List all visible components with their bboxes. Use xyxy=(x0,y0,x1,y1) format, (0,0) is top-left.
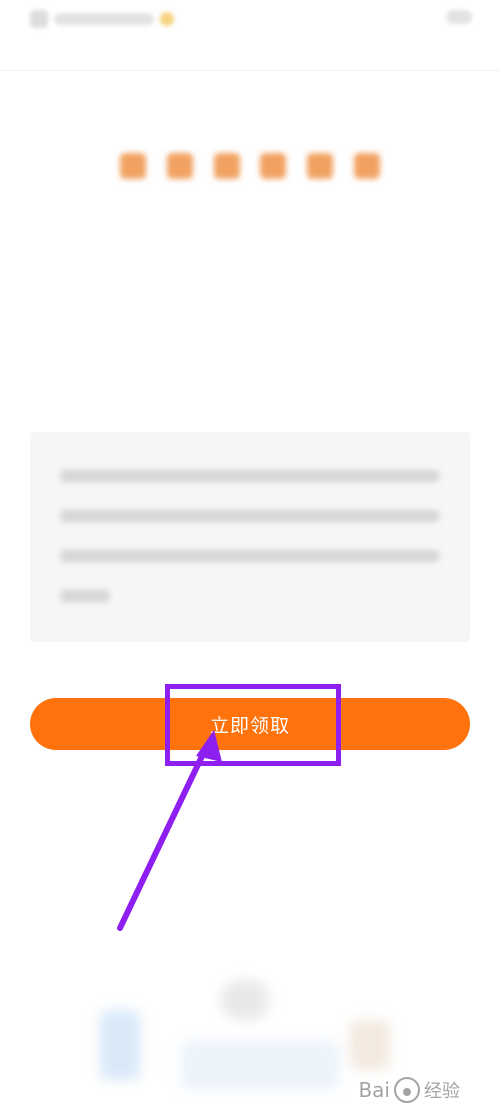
blurred-shape xyxy=(180,1040,340,1090)
banner-char xyxy=(120,153,146,179)
promo-banner xyxy=(60,110,440,210)
screen: 立即领取 Bai 经验 xyxy=(0,0,500,1111)
top-bar-right[interactable] xyxy=(446,10,472,24)
banner-char xyxy=(213,153,240,179)
blurred-shape xyxy=(350,1020,390,1070)
description-line xyxy=(60,590,110,602)
menu-pill-icon[interactable] xyxy=(446,10,472,24)
top-bar xyxy=(0,0,500,71)
blurred-shape xyxy=(100,1010,140,1080)
banner-char xyxy=(166,153,193,179)
blurred-shape xyxy=(220,980,270,1020)
top-bar-left xyxy=(30,10,174,28)
claim-now-label: 立即领取 xyxy=(209,714,290,737)
banner-title-blurred xyxy=(120,150,380,182)
banner-char xyxy=(353,153,380,179)
banner-char xyxy=(260,153,287,179)
description-line xyxy=(60,510,440,522)
paw-icon xyxy=(394,1077,420,1103)
emoji-icon xyxy=(160,12,174,26)
description-line xyxy=(60,470,440,482)
claim-now-button[interactable]: 立即领取 xyxy=(30,698,470,750)
description-card xyxy=(30,432,470,642)
description-line xyxy=(60,550,440,562)
watermark-suffix: 经验 xyxy=(424,1081,460,1102)
app-icon xyxy=(30,10,48,28)
baidu-jingyan-watermark: Bai 经验 xyxy=(358,1077,460,1103)
top-bar-title-blurred xyxy=(54,13,154,25)
watermark-brand: Bai xyxy=(358,1078,390,1102)
banner-char xyxy=(307,153,334,179)
